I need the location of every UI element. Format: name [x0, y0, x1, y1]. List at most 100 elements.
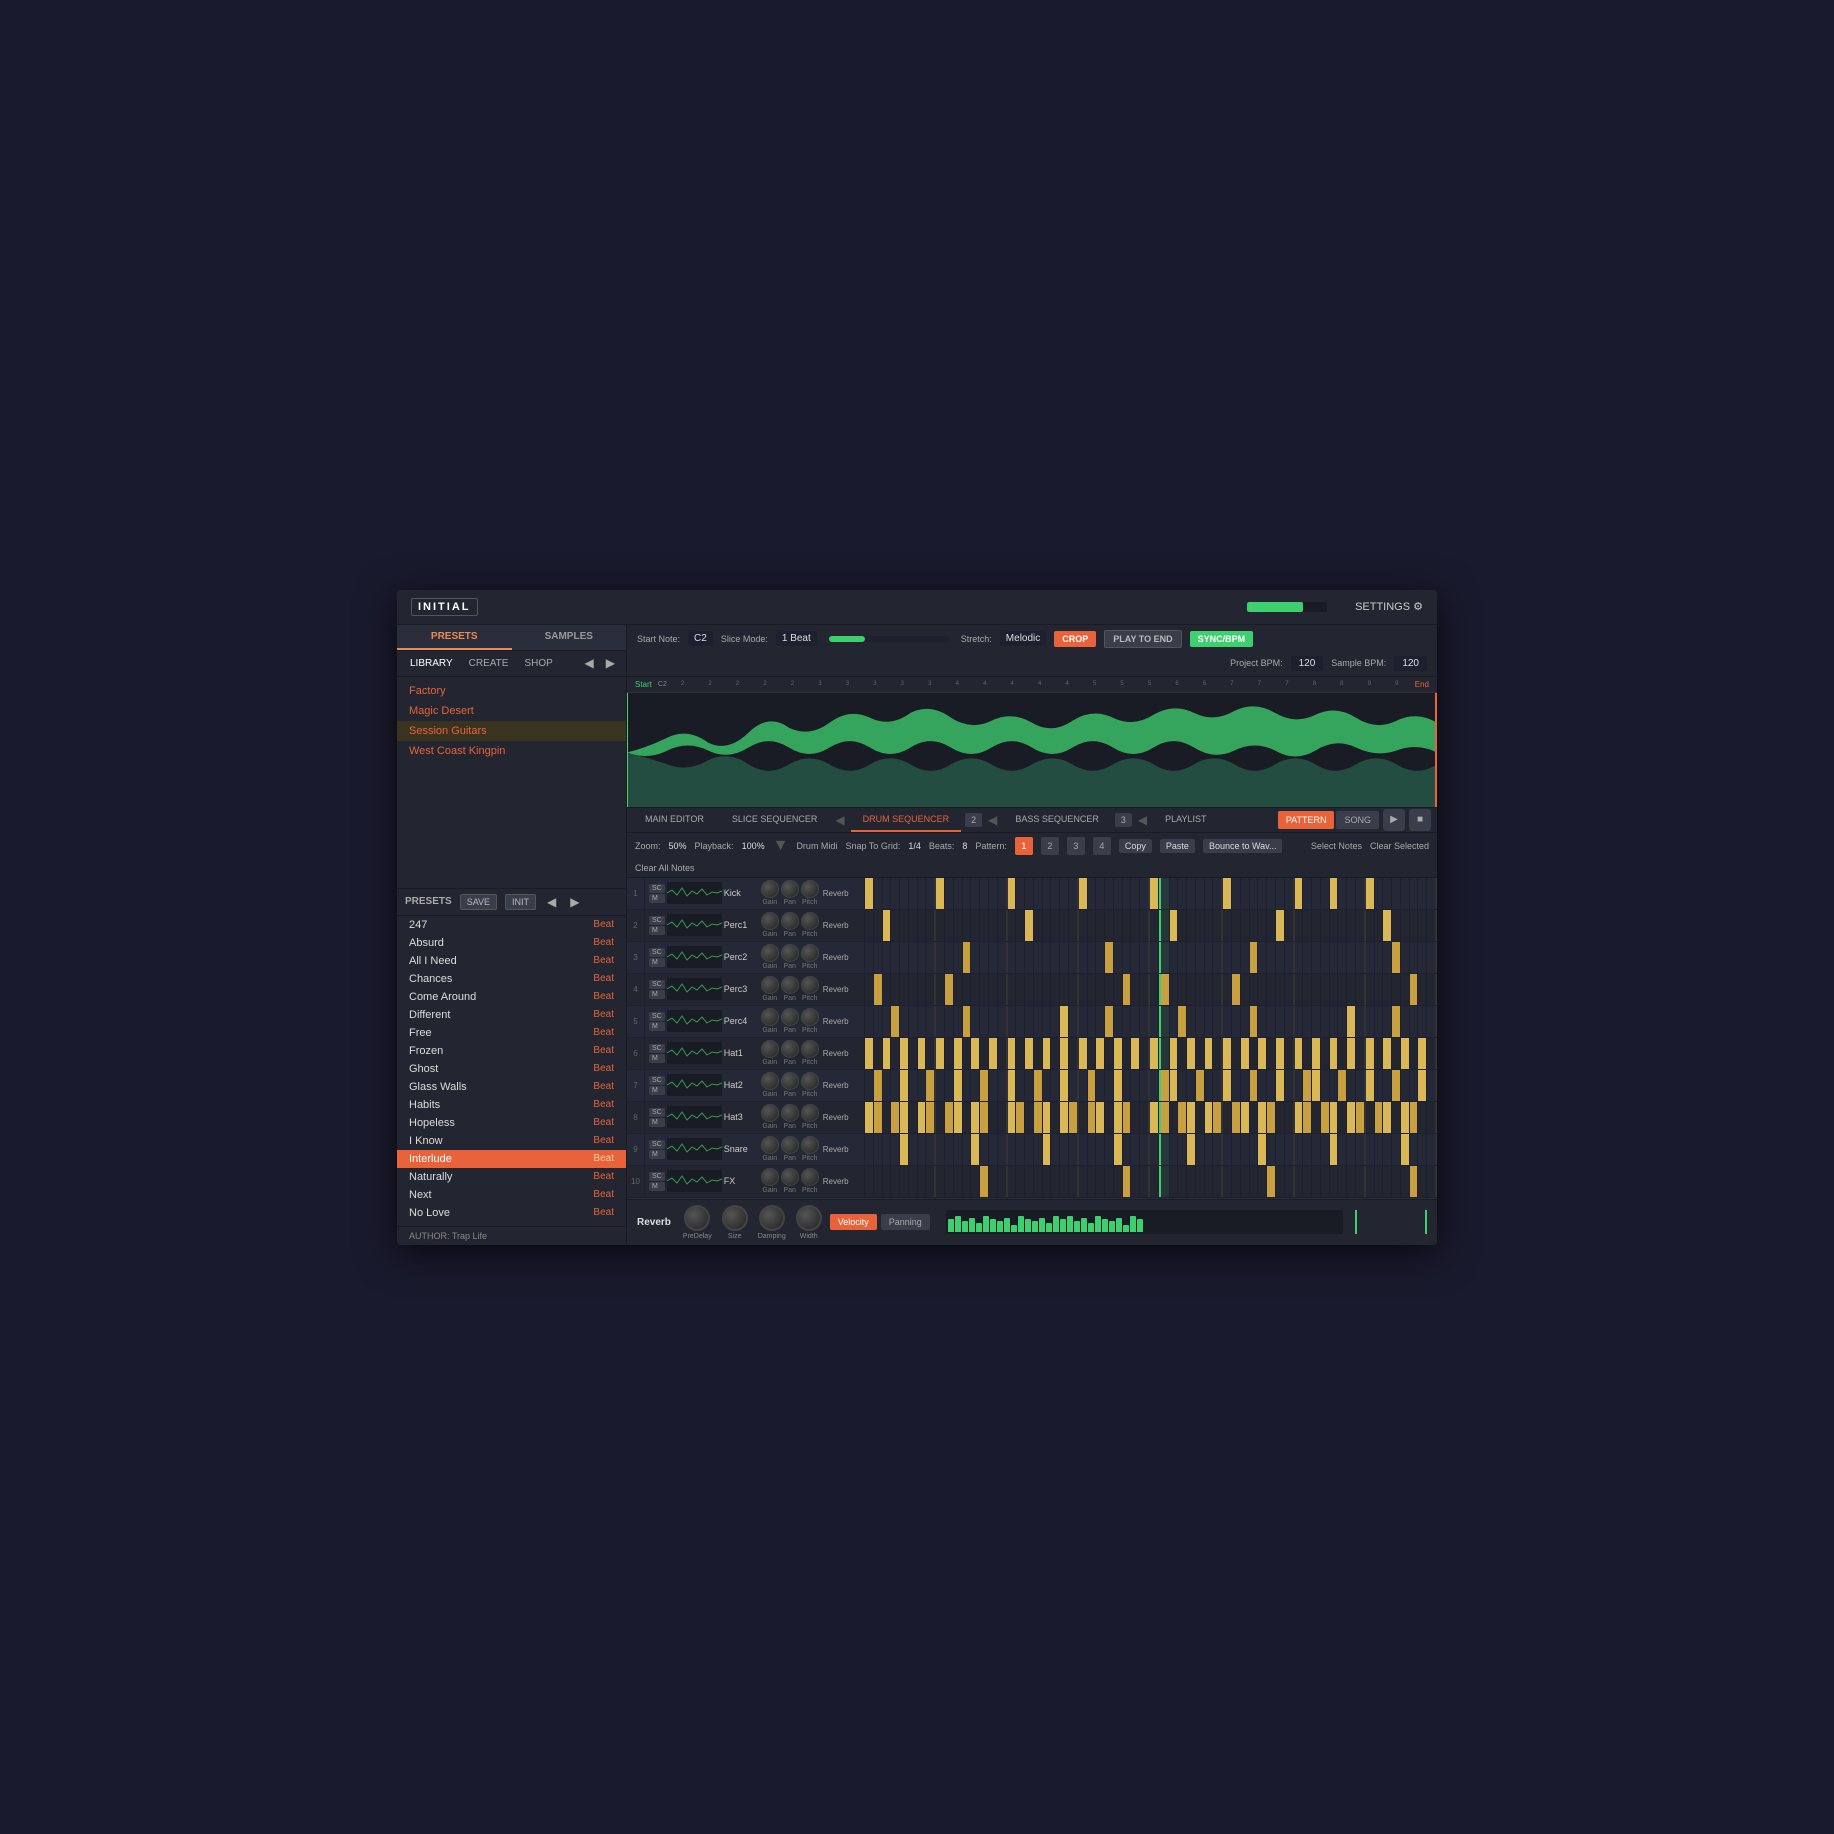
- beat-cell-6-1[interactable]: [874, 1070, 883, 1101]
- beat-cell-8-37[interactable]: [1196, 1134, 1205, 1165]
- beat-cell-1-5[interactable]: [909, 910, 918, 941]
- beat-cell-3-55[interactable]: [1356, 974, 1366, 1005]
- beat-cell-4-16[interactable]: [1008, 1006, 1017, 1037]
- beat-cell-6-58[interactable]: [1383, 1070, 1392, 1101]
- beat-cell-0-33[interactable]: [1159, 878, 1170, 909]
- clear-all-button[interactable]: Clear All Notes: [635, 863, 695, 873]
- pan-knob-3[interactable]: [781, 976, 799, 994]
- beat-cell-5-51[interactable]: [1321, 1038, 1330, 1069]
- beat-cell-3-39[interactable]: [1213, 974, 1223, 1005]
- beat-cell-7-41[interactable]: [1232, 1102, 1241, 1133]
- beat-cell-5-55[interactable]: [1356, 1038, 1366, 1069]
- beat-cell-5-48[interactable]: [1295, 1038, 1304, 1069]
- beat-cell-3-15[interactable]: [998, 974, 1008, 1005]
- beat-cell-9-4[interactable]: [900, 1166, 909, 1197]
- beat-cell-2-4[interactable]: [900, 942, 909, 973]
- beat-cell-2-35[interactable]: [1178, 942, 1187, 973]
- beat-cell-1-30[interactable]: [1131, 910, 1140, 941]
- beat-cell-2-36[interactable]: [1187, 942, 1196, 973]
- beat-cell-5-13[interactable]: [980, 1038, 989, 1069]
- beat-cell-9-29[interactable]: [1123, 1166, 1132, 1197]
- beat-cell-8-13[interactable]: [980, 1134, 989, 1165]
- beat-cell-6-63[interactable]: [1427, 1070, 1437, 1101]
- beat-cell-6-54[interactable]: [1347, 1070, 1356, 1101]
- beat-cell-7-15[interactable]: [998, 1102, 1008, 1133]
- beat-cell-3-16[interactable]: [1008, 974, 1017, 1005]
- beat-cell-0-60[interactable]: [1401, 878, 1410, 909]
- nav-arrow-left[interactable]: ◀: [582, 656, 597, 670]
- beat-cell-8-25[interactable]: [1088, 1134, 1097, 1165]
- beat-cell-7-45[interactable]: [1267, 1102, 1276, 1133]
- preset-item-chances[interactable]: ChancesBeat: [397, 970, 626, 988]
- beat-cell-8-21[interactable]: [1051, 1134, 1060, 1165]
- tab-bass-sequencer[interactable]: BASS SEQUENCER: [1003, 808, 1111, 832]
- beat-cell-5-56[interactable]: [1366, 1038, 1375, 1069]
- beat-cell-3-31[interactable]: [1140, 974, 1150, 1005]
- beat-cell-4-63[interactable]: [1427, 1006, 1437, 1037]
- beat-cell-6-26[interactable]: [1096, 1070, 1105, 1101]
- beat-cell-9-6[interactable]: [918, 1166, 927, 1197]
- beat-cell-1-35[interactable]: [1178, 910, 1187, 941]
- beat-cell-5-49[interactable]: [1303, 1038, 1312, 1069]
- beat-cell-3-0[interactable]: [865, 974, 874, 1005]
- beat-cell-7-25[interactable]: [1088, 1102, 1097, 1133]
- beat-cell-7-61[interactable]: [1410, 1102, 1419, 1133]
- beat-cell-4-13[interactable]: [980, 1006, 989, 1037]
- beat-cell-8-38[interactable]: [1205, 1134, 1214, 1165]
- beat-cell-7-43[interactable]: [1250, 1102, 1259, 1133]
- preset-item-free[interactable]: FreeBeat: [397, 1024, 626, 1042]
- beat-cell-1-19[interactable]: [1034, 910, 1043, 941]
- m-btn-1[interactable]: M: [649, 926, 665, 935]
- beat-cell-3-20[interactable]: [1043, 974, 1052, 1005]
- beat-cell-9-8[interactable]: [936, 1166, 945, 1197]
- preset-item-interlude[interactable]: InterludeBeat: [397, 1150, 626, 1168]
- beat-cell-7-40[interactable]: [1223, 1102, 1232, 1133]
- beat-cell-5-30[interactable]: [1131, 1038, 1140, 1069]
- beat-cell-2-26[interactable]: [1096, 942, 1105, 973]
- beat-cell-6-3[interactable]: [891, 1070, 900, 1101]
- beat-cell-8-24[interactable]: [1079, 1134, 1088, 1165]
- beat-cell-6-25[interactable]: [1088, 1070, 1097, 1101]
- beat-cell-0-0[interactable]: [865, 878, 874, 909]
- nav-arrow-right[interactable]: ▶: [603, 656, 618, 670]
- beat-cell-8-55[interactable]: [1356, 1134, 1366, 1165]
- save-button[interactable]: SAVE: [460, 894, 497, 910]
- beat-cell-4-46[interactable]: [1276, 1006, 1285, 1037]
- beat-cell-7-49[interactable]: [1303, 1102, 1312, 1133]
- beat-cell-1-4[interactable]: [900, 910, 909, 941]
- beat-cell-6-42[interactable]: [1241, 1070, 1250, 1101]
- beat-cell-9-14[interactable]: [989, 1166, 998, 1197]
- beat-cell-7-14[interactable]: [989, 1102, 998, 1133]
- beat-cell-2-2[interactable]: [883, 942, 892, 973]
- beat-cell-7-23[interactable]: [1069, 1102, 1079, 1133]
- beat-cell-7-6[interactable]: [918, 1102, 927, 1133]
- beat-cell-8-20[interactable]: [1043, 1134, 1052, 1165]
- beat-cell-4-1[interactable]: [874, 1006, 883, 1037]
- beat-cell-8-9[interactable]: [945, 1134, 954, 1165]
- beat-cell-3-22[interactable]: [1060, 974, 1069, 1005]
- beat-cell-4-12[interactable]: [971, 1006, 980, 1037]
- beat-cell-8-36[interactable]: [1187, 1134, 1196, 1165]
- preset-item-frozen[interactable]: FrozenBeat: [397, 1042, 626, 1060]
- beat-cell-2-42[interactable]: [1241, 942, 1250, 973]
- beat-cell-7-1[interactable]: [874, 1102, 883, 1133]
- beat-cell-8-0[interactable]: [865, 1134, 874, 1165]
- beat-cell-3-6[interactable]: [918, 974, 927, 1005]
- beat-cell-9-3[interactable]: [891, 1166, 900, 1197]
- preset-item-absurd[interactable]: AbsurdBeat: [397, 934, 626, 952]
- beat-cell-1-21[interactable]: [1051, 910, 1060, 941]
- beat-cell-4-39[interactable]: [1213, 1006, 1223, 1037]
- beat-cell-5-34[interactable]: [1170, 1038, 1179, 1069]
- beat-cell-2-59[interactable]: [1392, 942, 1401, 973]
- beat-cell-5-44[interactable]: [1258, 1038, 1267, 1069]
- beat-cell-3-33[interactable]: [1159, 974, 1170, 1005]
- beat-cell-6-30[interactable]: [1131, 1070, 1140, 1101]
- beat-cell-2-38[interactable]: [1205, 942, 1214, 973]
- pitch-knob-6[interactable]: [801, 1072, 819, 1090]
- beat-cell-2-14[interactable]: [989, 942, 998, 973]
- beat-cell-0-63[interactable]: [1427, 878, 1437, 909]
- beat-cell-3-32[interactable]: [1150, 974, 1159, 1005]
- beat-cell-0-61[interactable]: [1410, 878, 1419, 909]
- beat-cell-9-27[interactable]: [1105, 1166, 1114, 1197]
- beat-cell-8-61[interactable]: [1410, 1134, 1419, 1165]
